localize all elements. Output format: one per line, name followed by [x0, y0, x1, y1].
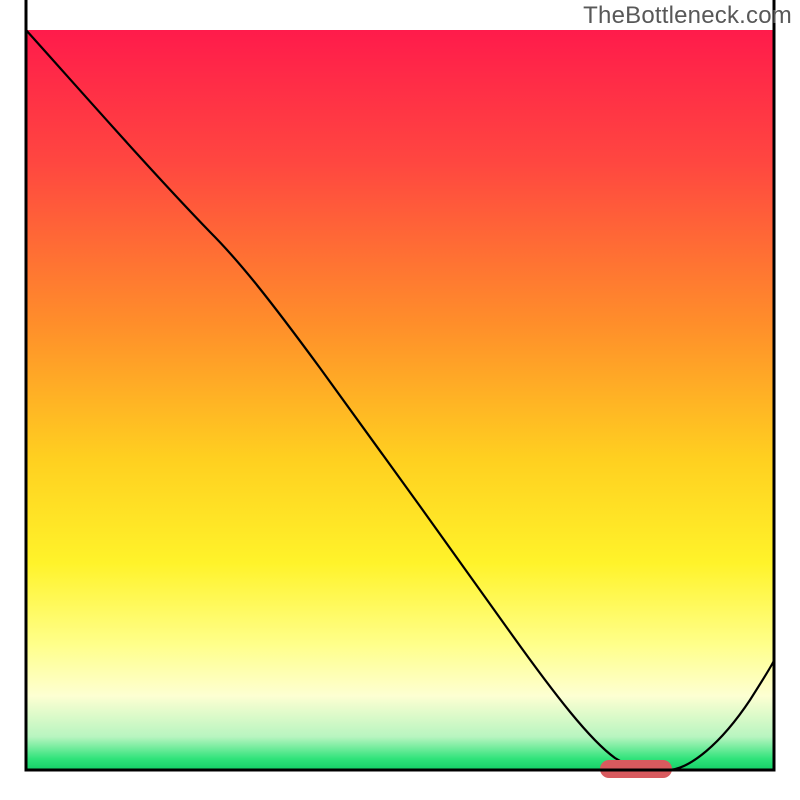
- watermark-text: TheBottleneck.com: [583, 2, 792, 30]
- gradient-background: [26, 30, 774, 770]
- chart-canvas: TheBottleneck.com: [0, 0, 800, 800]
- chart-svg: [0, 0, 800, 800]
